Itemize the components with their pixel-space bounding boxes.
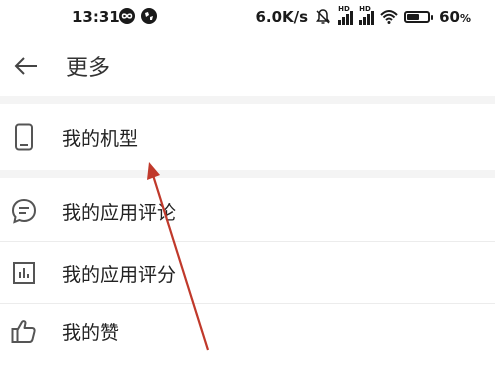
menu-item-my-device[interactable]: 我的机型 (0, 106, 495, 168)
signal-1-icon: HD (338, 5, 354, 25)
menu-item-label: 我的应用评分 (62, 263, 177, 286)
menu-item-label: 我的赞 (62, 321, 120, 344)
net-speed: 6.0K/s (255, 8, 309, 26)
thumbs-up-icon (10, 317, 38, 345)
comment-icon (10, 197, 38, 225)
bar-chart-icon (10, 259, 38, 287)
menu-item-my-reviews[interactable]: 我的应用评论 (0, 180, 495, 242)
status-right-group: 6.0K/s HD HD 60% (255, 5, 471, 26)
section-separator (0, 96, 495, 104)
signal-2-icon: HD (359, 5, 375, 25)
menu-item-label: 我的应用评论 (62, 201, 177, 224)
bell-muted-icon (316, 9, 331, 24)
wifi-icon (380, 10, 398, 24)
status-time: 13:31 (72, 8, 120, 26)
menu-item-my-ratings[interactable]: 我的应用评分 (0, 242, 495, 304)
phone-icon (10, 123, 38, 151)
status-app-icons (118, 7, 158, 25)
app-header: 更多 (0, 40, 495, 92)
battery-percent: 60% (439, 8, 471, 26)
section-separator (0, 170, 495, 178)
status-bar: 13:31 6.0K/s HD HD 60% (0, 0, 495, 36)
globe-app-icon (141, 8, 157, 24)
menu-item-my-likes[interactable]: 我的赞 (0, 300, 495, 362)
infinity-app-icon (119, 8, 135, 24)
battery-icon (404, 11, 434, 23)
arrow-left-icon (14, 57, 37, 75)
back-button[interactable] (10, 50, 42, 82)
menu-item-label: 我的机型 (62, 127, 139, 150)
page-title: 更多 (66, 56, 111, 81)
